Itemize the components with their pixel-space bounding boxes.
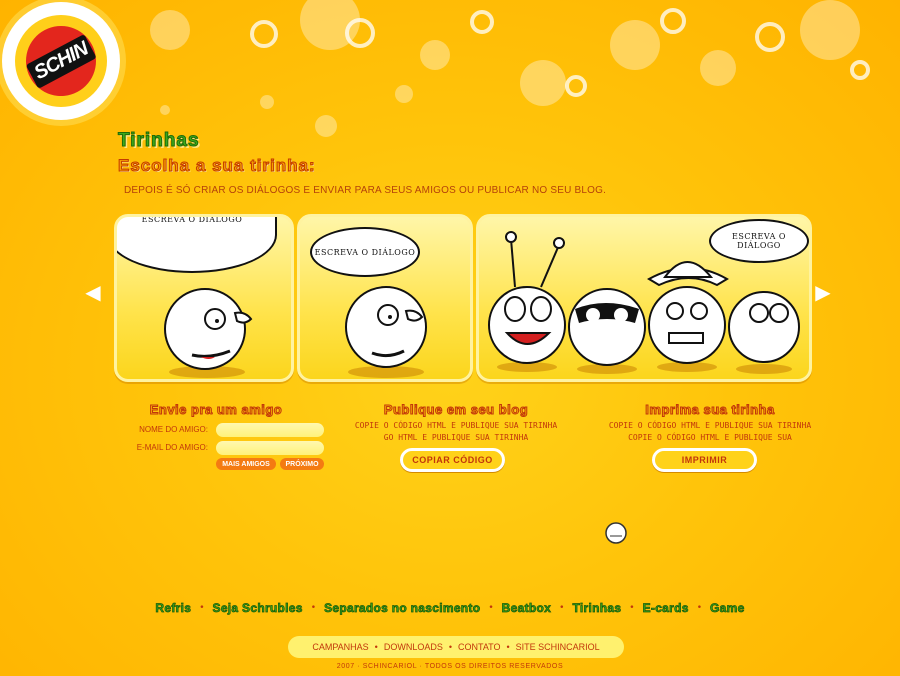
nav-item-ecards[interactable]: E-cards xyxy=(642,601,689,616)
logo-text: SCHIN xyxy=(25,33,97,89)
print-heading: Imprima sua tirinha xyxy=(645,402,775,418)
footer-links: CAMPANHAS • DOWNLOADS • CONTATO • SITE S… xyxy=(288,636,624,658)
footer-link-contato[interactable]: CONTATO xyxy=(458,642,501,652)
comic-panel-1[interactable]: ESCREVA O DIÁLOGO xyxy=(114,214,294,382)
footer-link-campanhas[interactable]: CAMPANHAS xyxy=(312,642,368,652)
copy-code-button[interactable]: COPIAR CÓDIGO xyxy=(400,448,505,472)
footer-link-site[interactable]: SITE SCHINCARIOL xyxy=(516,642,600,652)
intro-text: DEPOIS É SÓ CRIAR OS DIÁLOGOS E ENVIAR P… xyxy=(124,185,607,196)
nav-item-game[interactable]: Game xyxy=(710,601,745,616)
comic-panel-3[interactable]: ESCREVA O DIÁLOGO xyxy=(476,214,812,382)
schin-logo[interactable]: SCHIN xyxy=(2,2,120,120)
print-text-2: COPIE O CÓDIGO HTML E PUBLIQUE SUA xyxy=(628,433,792,442)
friend-name-label: NOME DO AMIGO: xyxy=(139,425,208,434)
page-subtitle: Escolha a sua tirinha: xyxy=(118,156,316,176)
nav-item-separados[interactable]: Separados no nascimento xyxy=(324,601,481,616)
nav-item-beatbox[interactable]: Beatbox xyxy=(501,601,551,616)
print-text-1: COPIE O CÓDIGO HTML E PUBLIQUE SUA TIRIN… xyxy=(608,421,812,430)
character-face xyxy=(164,288,253,378)
character-face xyxy=(345,286,427,378)
friend-name-input[interactable] xyxy=(216,423,324,437)
publish-heading: Publique em seu blog xyxy=(383,402,529,418)
nav-item-tirinhas[interactable]: Tirinhas xyxy=(572,601,621,616)
prev-strip-button[interactable]: ◀ xyxy=(78,272,108,312)
next-button[interactable]: PRÓXIMO xyxy=(280,458,324,470)
arrow-left-icon: ◀ xyxy=(85,280,101,304)
footer-link-downloads[interactable]: DOWNLOADS xyxy=(384,642,443,652)
character-group xyxy=(488,231,800,374)
comic-panel-2[interactable]: ESCREVA O DIÁLOGO xyxy=(297,214,473,382)
friend-email-label: E-MAIL DO AMIGO: xyxy=(136,443,208,452)
friend-email-input[interactable] xyxy=(216,441,324,455)
nav-item-refris[interactable]: Refris xyxy=(155,601,191,616)
nav-item-seja-schrubles[interactable]: Seja Schrubles xyxy=(212,601,303,616)
copyright: 2007 · SCHINCARIOL · TODOS OS DIREITOS R… xyxy=(336,663,564,670)
publish-text-1: COPIE O CÓDIGO HTML E PUBLIQUE SUA TIRIN… xyxy=(354,421,558,430)
publish-text-2: GO HTML E PUBLIQUE SUA TIRINHA xyxy=(383,433,529,442)
comic-strip: ESCREVA O DIÁLOGO ESCREVA O DIÁLOGO ESCR… xyxy=(108,214,814,384)
main-nav: Refris • Seja Schrubles • Separados no n… xyxy=(155,601,745,616)
mascot-icon xyxy=(605,522,627,544)
more-friends-button[interactable]: MAIS AMIGOS xyxy=(216,458,276,470)
print-button[interactable]: IMPRIMIR xyxy=(652,448,757,472)
page-title: Tirinhas xyxy=(118,130,200,152)
send-heading: Envie pra um amigo xyxy=(149,402,283,418)
arrow-right-icon: ▶ xyxy=(815,280,831,304)
